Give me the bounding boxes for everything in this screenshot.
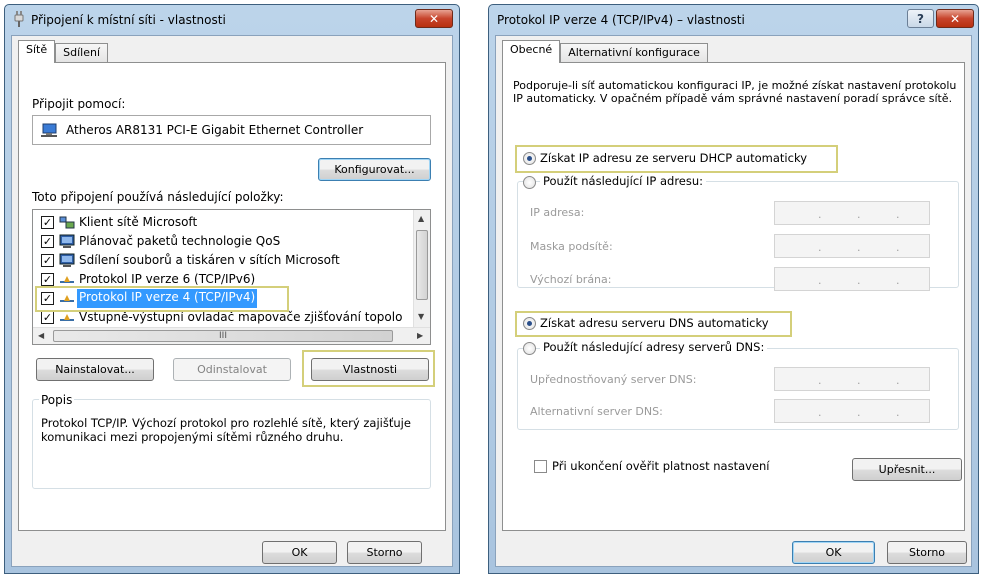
dns-manual-radio[interactable] (523, 342, 536, 355)
scroll-up-icon[interactable]: ▲ (418, 214, 424, 223)
checkbox[interactable]: ✓ (41, 273, 54, 286)
help-icon: ? (917, 11, 924, 26)
dns-auto-label: Získat adresu serveru DNS automaticky (540, 316, 769, 330)
dns-auto-radio[interactable] (523, 317, 536, 330)
item-label: Protokol IP verze 6 (TCP/IPv6) (79, 272, 256, 286)
checkbox[interactable]: ✓ (41, 254, 54, 267)
close-icon: ✕ (949, 11, 961, 26)
configure-button[interactable]: Konfigurovat... (318, 158, 431, 181)
adapter-box: Atheros AR8131 PCI-E Gigabit Ethernet Co… (32, 115, 431, 145)
alternate-dns-field[interactable]: ... (774, 399, 930, 423)
ip-address-label: IP adresa: (530, 206, 585, 219)
close-button[interactable]: ✕ (936, 9, 974, 28)
list-item[interactable]: ✓ Sdílení souborů a tiskáren v sítích Mi… (41, 252, 411, 270)
close-icon: ✕ (428, 11, 440, 26)
components-list[interactable]: ✓ Klient sítě Microsoft ✓ Plánovač paket… (32, 209, 431, 345)
tab-panel: Podporuje-li síť automatickou konfigurac… (502, 62, 965, 531)
ip-manual-label: Použít následující IP adresu: (540, 174, 707, 188)
checkbox[interactable]: ✓ (41, 235, 54, 248)
ip-auto-label: Získat IP adresu ze serveru DHCP automat… (540, 151, 807, 165)
lan-properties-dialog: Připojení k místní síti - vlastnosti ✕ S… (4, 4, 460, 574)
item-label: Plánovač paketů technologie QoS (79, 234, 281, 248)
description-text: Protokol TCP/IP. Výchozí protokol pro ro… (41, 416, 411, 444)
connect-using-label: Připojit pomocí: (32, 97, 126, 111)
ip-manual-radio[interactable] (523, 176, 536, 189)
cancel-button[interactable]: Storno (887, 541, 967, 564)
checkbox[interactable]: ✓ (41, 311, 54, 324)
subnet-field[interactable]: ... (774, 234, 930, 258)
ip-address-field[interactable]: ... (774, 201, 930, 225)
install-button[interactable]: Nainstalovat... (36, 358, 154, 381)
tab-alternate-configuration[interactable]: Alternativní konfigurace (560, 43, 708, 63)
dialog-body: Obecné Alternativní konfigurace Podporuj… (495, 35, 972, 567)
cancel-button[interactable]: Storno (347, 541, 422, 564)
protocol-icon (59, 311, 75, 325)
preferred-dns-label: Upřednostňovaný server DNS: (530, 373, 697, 386)
validate-label: Při ukončení ověřit platnost nastavení (552, 459, 770, 473)
scroll-down-icon[interactable]: ▼ (418, 312, 424, 321)
tab-strip: Sítě Sdílení (18, 40, 108, 64)
highlight-frame (35, 286, 289, 312)
advanced-button[interactable]: Upřesnit... (852, 458, 962, 481)
title-bar[interactable]: Protokol IP verze 4 (TCP/IPv4) – vlastno… (489, 5, 978, 35)
network-plug-icon (14, 11, 24, 27)
ok-button[interactable]: OK (792, 541, 875, 564)
description-group-label: Popis (39, 393, 75, 407)
list-item[interactable]: ✓ Plánovač paketů technologie QoS (41, 233, 411, 251)
description-group (32, 399, 431, 489)
checkbox[interactable]: ✓ (41, 216, 54, 229)
help-button[interactable]: ? (907, 9, 934, 28)
intro-text: Podporuje-li síť automatickou konfigurac… (513, 79, 957, 105)
item-label: Sdílení souborů a tiskáren v sítích Micr… (79, 253, 340, 267)
scroll-thumb[interactable] (416, 230, 428, 300)
items-label: Toto připojení používá následující polož… (32, 190, 284, 204)
gateway-field[interactable]: ... (774, 267, 930, 291)
validate-checkbox[interactable] (534, 460, 547, 473)
title-bar[interactable]: Připojení k místní síti - vlastnosti ✕ (5, 5, 459, 35)
vertical-scrollbar[interactable]: ▲ ▼ (413, 210, 430, 327)
close-button[interactable]: ✕ (415, 9, 453, 28)
highlight-frame (302, 350, 435, 387)
scroll-thumb[interactable]: III (53, 330, 393, 342)
list-item[interactable]: ✓ Klient sítě Microsoft (41, 214, 411, 232)
subnet-label: Maska podsítě: (530, 240, 613, 253)
tab-general[interactable]: Obecné (502, 40, 561, 63)
dns-manual-label: Použít následující adresy serverů DNS: (540, 340, 768, 354)
item-label: Klient sítě Microsoft (79, 215, 198, 229)
item-label: Vstupně-výstupní ovladač mapovače zjišťo… (79, 310, 403, 324)
network-service-icon (59, 234, 75, 248)
protocol-icon (59, 273, 75, 287)
network-adapter-icon (41, 122, 59, 141)
preferred-dns-field[interactable]: ... (774, 367, 930, 391)
dialog-body: Sítě Sdílení Připojit pomocí: Atheros AR… (11, 35, 453, 567)
ip-auto-radio[interactable] (523, 152, 536, 165)
network-client-icon (59, 216, 75, 230)
tab-strip: Obecné Alternativní konfigurace (502, 40, 708, 64)
tab-networking[interactable]: Sítě (18, 40, 56, 63)
ipv4-properties-dialog: Protokol IP verze 4 (TCP/IPv4) – vlastno… (488, 4, 979, 574)
horizontal-scrollbar[interactable]: ◀ III ▶ (33, 327, 430, 344)
scroll-left-icon[interactable]: ◀ (38, 331, 44, 340)
gateway-label: Výchozí brána: (530, 273, 612, 286)
alternate-dns-label: Alternativní server DNS: (530, 405, 663, 418)
dialog-title: Protokol IP verze 4 (TCP/IPv4) – vlastno… (497, 13, 745, 27)
tab-sharing[interactable]: Sdílení (55, 43, 108, 63)
adapter-name: Atheros AR8131 PCI-E Gigabit Ethernet Co… (66, 123, 364, 137)
scroll-right-icon[interactable]: ▶ (417, 331, 423, 340)
dialog-title: Připojení k místní síti - vlastnosti (31, 13, 226, 27)
tab-panel: Připojit pomocí: Atheros AR8131 PCI-E Gi… (18, 62, 446, 531)
network-service-icon (59, 253, 75, 267)
ok-button[interactable]: OK (262, 541, 337, 564)
uninstall-button[interactable]: Odinstalovat (173, 358, 291, 381)
